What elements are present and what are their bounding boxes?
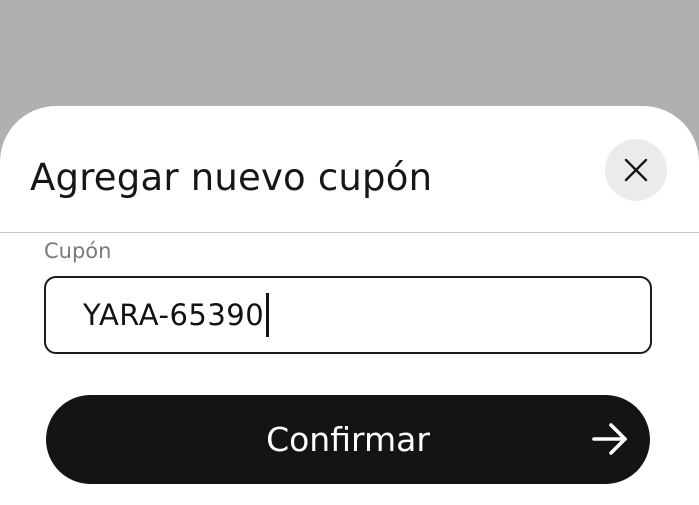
confirm-button[interactable]: Confirmar (46, 395, 650, 484)
coupon-field-label: Cupón (44, 239, 112, 263)
close-button[interactable] (605, 139, 667, 201)
coupon-input[interactable]: YARA-65390 (44, 276, 652, 354)
sheet-title: Agregar nuevo cupón (30, 156, 433, 199)
close-icon (624, 158, 648, 182)
arrow-right-icon (592, 423, 627, 455)
header-divider (0, 232, 699, 233)
text-caret (266, 293, 270, 337)
coupon-input-value[interactable]: YARA-65390 (83, 296, 264, 334)
confirm-button-label: Confirmar (266, 420, 430, 459)
